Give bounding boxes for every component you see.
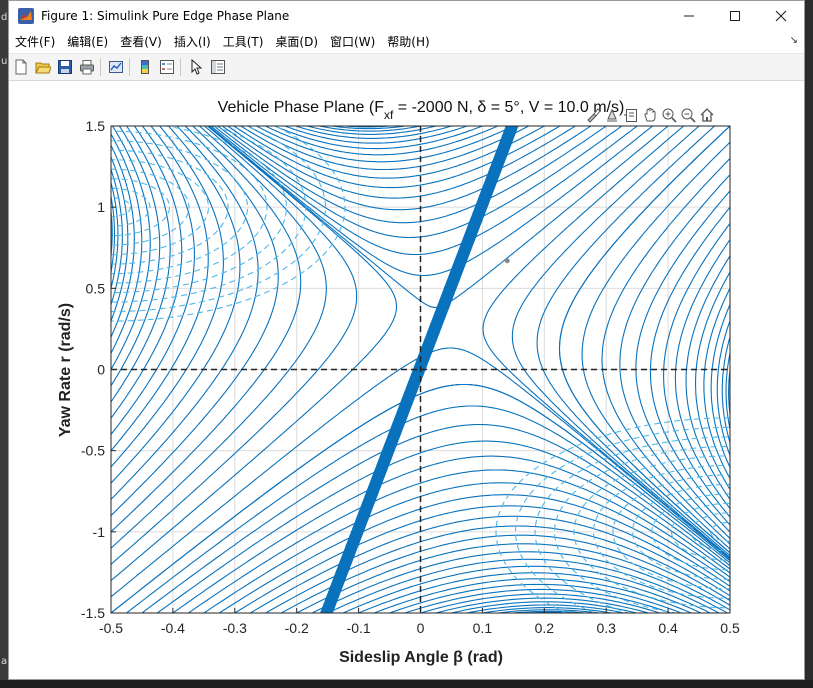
stable-trajectory	[729, 596, 730, 598]
stable-trajectory	[482, 607, 615, 613]
x-tick-label: 0.1	[473, 620, 493, 636]
stable-trajectory	[451, 601, 639, 613]
stable-trajectory	[729, 499, 730, 501]
stable-trajectory	[203, 126, 204, 127]
x-tick-label: 0.2	[535, 620, 555, 636]
stable-trajectory	[111, 167, 123, 305]
stable-trajectory	[293, 126, 452, 139]
stable-trajectory	[172, 126, 173, 127]
stable-trajectory	[729, 418, 730, 422]
chart-title: Vehicle Phase Plane (Fxf = -2000 N, δ = …	[218, 99, 625, 122]
x-tick-label: 0	[417, 620, 425, 636]
stable-trajectory	[729, 564, 730, 565]
y-tick-label: -1	[93, 524, 106, 540]
stable-trajectory	[621, 612, 625, 613]
stable-trajectory	[729, 515, 730, 517]
x-tick-label: -0.1	[347, 620, 371, 636]
stable-trajectory	[606, 612, 610, 613]
x-tick-label: -0.4	[161, 620, 185, 636]
x-tick-label: -0.5	[99, 620, 123, 636]
stable-trajectory	[156, 126, 158, 127]
stable-trajectory	[141, 126, 142, 127]
stable-trajectory	[111, 206, 113, 256]
stable-trajectory	[683, 612, 686, 613]
stable-trajectory	[729, 531, 730, 533]
y-tick-label: 1.5	[86, 118, 106, 134]
y-tick-label: -0.5	[81, 443, 105, 459]
stable-trajectory	[663, 223, 730, 518]
stable-trajectory	[730, 613, 813, 688]
stable-trajectory	[187, 126, 189, 127]
stable-trajectory	[729, 548, 730, 549]
stable-trajectory	[699, 612, 701, 613]
phase-plane-plot[interactable]: -0.5 -0.4 -0.3 -0.2 -0.1 0 0.1 0.2 0.3 0.4 0.5 -1.5…	[0, 0, 813, 688]
y-tick-label: -1.5	[81, 605, 105, 621]
zoom-in-icon[interactable]	[660, 106, 678, 124]
x-tick-label: 0.3	[596, 620, 616, 636]
stable-trajectory	[729, 580, 730, 582]
stable-trajectory	[544, 612, 571, 613]
x-axis-label: Sideslip Angle β (rad)	[339, 649, 503, 666]
stable-trajectory	[729, 434, 730, 437]
export-icon[interactable]	[622, 106, 640, 124]
stable-trajectory	[668, 612, 670, 613]
stable-trajectory	[34, 27, 111, 126]
stable-trajectory	[729, 402, 730, 410]
stable-trajectory	[233, 126, 235, 127]
home-icon[interactable]	[698, 106, 716, 124]
datatip-icon[interactable]	[603, 106, 621, 124]
zoom-out-icon[interactable]	[679, 106, 697, 124]
stable-trajectory	[111, 188, 112, 191]
stable-trajectory	[111, 193, 116, 273]
stable-trajectory	[590, 612, 596, 613]
stable-trajectory	[729, 483, 730, 485]
stable-trajectory	[729, 466, 730, 469]
stable-trajectory	[34, 27, 111, 126]
x-tick-label: 0.4	[658, 620, 678, 636]
pan-icon[interactable]	[641, 106, 659, 124]
x-tick-label: 0.5	[720, 620, 740, 636]
stable-trajectory	[111, 180, 119, 289]
stable-trajectory	[729, 450, 730, 453]
y-axis-label: Yaw Rate r (rad/s)	[57, 303, 74, 437]
stable-trajectory	[111, 172, 112, 175]
y-tick-label: 1	[97, 199, 105, 215]
y-tick-label: 0.5	[86, 280, 106, 296]
x-tick-label: -0.3	[223, 620, 247, 636]
stable-trajectory	[218, 126, 220, 127]
stable-trajectory	[729, 385, 730, 408]
brush-icon[interactable]	[584, 106, 602, 124]
y-tick-label: 0	[97, 362, 105, 378]
x-tick-label: -0.2	[285, 620, 309, 636]
axes-toolbar	[584, 105, 716, 125]
stable-trajectory	[125, 126, 127, 127]
marker-point	[504, 258, 510, 264]
stable-trajectory	[730, 613, 813, 688]
stable-trajectory	[111, 157, 112, 159]
stable-trajectory	[466, 604, 627, 613]
stable-trajectory	[111, 203, 112, 208]
stable-trajectory	[728, 369, 730, 419]
